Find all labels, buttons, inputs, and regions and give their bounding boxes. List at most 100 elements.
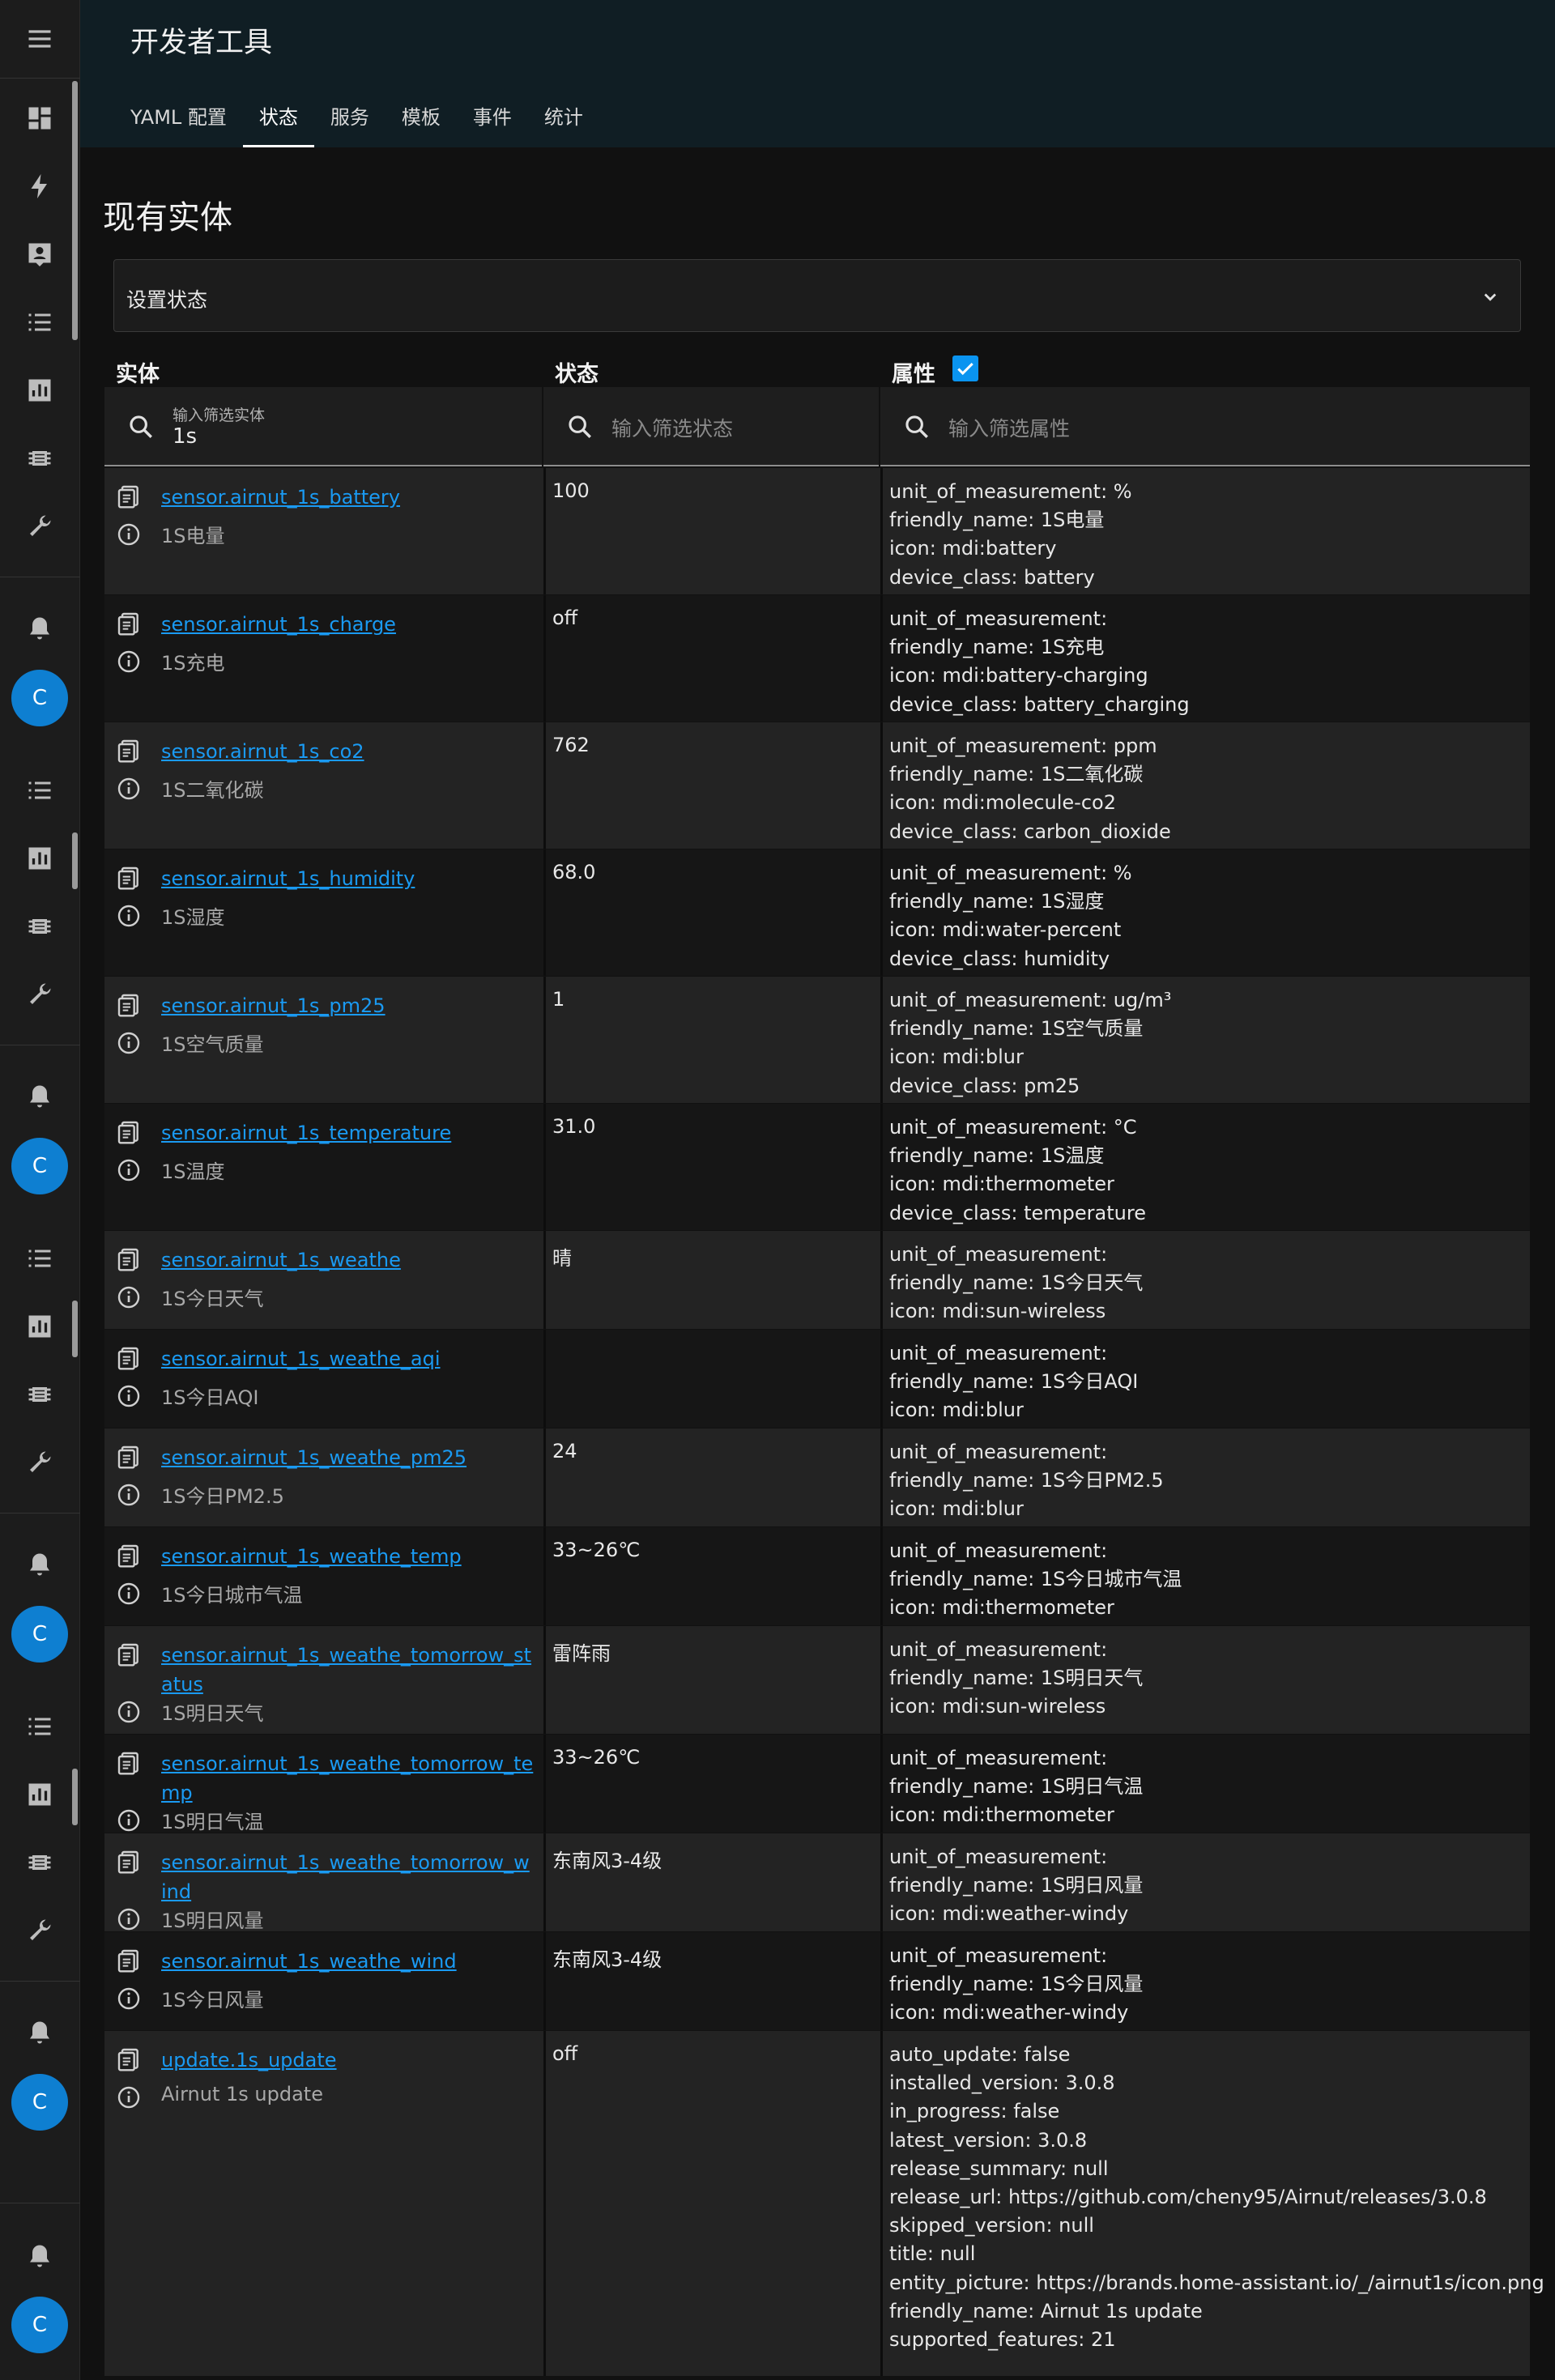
- copy-icon[interactable]: [116, 1118, 142, 1146]
- entity-id-link[interactable]: update.1s_update: [161, 2046, 534, 2075]
- sidebar-scrollbar[interactable]: [72, 1769, 78, 1825]
- bell-icon[interactable]: [23, 1080, 56, 1113]
- chart-icon[interactable]: [23, 842, 56, 875]
- bell-icon[interactable]: [23, 2240, 56, 2272]
- list-icon[interactable]: [23, 1710, 56, 1743]
- state-cell: 31.0: [543, 1104, 879, 1230]
- copy-icon[interactable]: [116, 483, 142, 510]
- info-icon[interactable]: [116, 1284, 142, 1310]
- entity-id-link[interactable]: sensor.airnut_1s_weathe: [161, 1245, 534, 1275]
- attributes-checkbox[interactable]: [952, 356, 978, 381]
- copy-icon[interactable]: [116, 1443, 142, 1471]
- info-icon[interactable]: [116, 1699, 142, 1725]
- chip-icon[interactable]: [23, 1378, 56, 1411]
- entity-friendly-name: 1S空气质量: [161, 1033, 264, 1056]
- user-avatar[interactable]: C: [11, 2074, 68, 2131]
- chip-icon[interactable]: [23, 910, 56, 943]
- copy-icon[interactable]: [116, 864, 142, 892]
- page-title: 现有实体: [103, 199, 232, 236]
- user-avatar[interactable]: C: [11, 1606, 68, 1663]
- user-avatar[interactable]: C: [11, 1138, 68, 1194]
- bell-icon[interactable]: [23, 1548, 56, 1581]
- copy-icon[interactable]: [116, 610, 142, 637]
- entity-id-link[interactable]: sensor.airnut_1s_charge: [161, 610, 534, 639]
- tab-0[interactable]: YAML 配置: [130, 89, 243, 147]
- entity-id-link[interactable]: sensor.airnut_1s_co2: [161, 737, 534, 766]
- tab-2[interactable]: 服务: [314, 89, 386, 147]
- list-icon[interactable]: [23, 306, 56, 338]
- entity-id-link[interactable]: sensor.airnut_1s_weathe_wind: [161, 1947, 534, 1976]
- tab-3[interactable]: 模板: [386, 89, 457, 147]
- entity-id-link[interactable]: sensor.airnut_1s_pm25: [161, 991, 534, 1020]
- list-icon[interactable]: [23, 1242, 56, 1275]
- chart-icon[interactable]: [23, 1310, 56, 1343]
- copy-icon[interactable]: [116, 2046, 142, 2073]
- copy-icon[interactable]: [116, 991, 142, 1019]
- copy-icon[interactable]: [116, 1947, 142, 1974]
- user-avatar[interactable]: C: [11, 670, 68, 726]
- entity-cell: sensor.airnut_1s_pm25 1S空气质量: [104, 977, 542, 1103]
- entity-id-link[interactable]: sensor.airnut_1s_weathe_tomorrow_temp: [161, 1749, 534, 1807]
- entity-id-link[interactable]: sensor.airnut_1s_temperature: [161, 1118, 534, 1147]
- info-icon[interactable]: [116, 649, 142, 675]
- user-avatar[interactable]: C: [11, 2297, 68, 2353]
- info-icon[interactable]: [116, 522, 142, 547]
- wrench-icon[interactable]: [23, 510, 56, 543]
- lightning-icon[interactable]: [23, 170, 56, 202]
- info-icon[interactable]: [116, 1807, 142, 1833]
- table-row: sensor.airnut_1s_charge 1S充电 off unit_of_me…: [104, 595, 1530, 722]
- attributes-list: unit_of_measurement: friendly_name: 1S今日…: [889, 1942, 1143, 2028]
- attribute-filter-input[interactable]: 输入筛选属性: [880, 387, 1530, 466]
- info-icon[interactable]: [116, 1383, 142, 1409]
- entity-id-link[interactable]: sensor.airnut_1s_humidity: [161, 864, 534, 893]
- entity-id-link[interactable]: sensor.airnut_1s_battery: [161, 483, 534, 512]
- entity-id-link[interactable]: sensor.airnut_1s_weathe_tomorrow_status: [161, 1641, 534, 1699]
- info-icon[interactable]: [116, 903, 142, 929]
- sidebar-scrollbar[interactable]: [72, 1301, 78, 1357]
- tab-1[interactable]: 状态: [242, 89, 314, 147]
- sidebar-scrollbar[interactable]: [72, 832, 78, 889]
- copy-icon[interactable]: [116, 1542, 142, 1569]
- attributes-cell: unit_of_measurement: friendly_name: 1S明日…: [880, 1626, 1530, 1734]
- info-icon[interactable]: [116, 1986, 142, 2012]
- list-icon[interactable]: [23, 774, 56, 807]
- entity-id-link[interactable]: sensor.airnut_1s_weathe_temp: [161, 1542, 534, 1571]
- wrench-icon[interactable]: [23, 1914, 56, 1947]
- table-row: sensor.airnut_1s_weathe_aqi 1S今日AQI unit_o…: [104, 1330, 1530, 1428]
- copy-icon[interactable]: [116, 1749, 142, 1777]
- menu-icon[interactable]: [23, 23, 56, 55]
- entity-id-link[interactable]: sensor.airnut_1s_weathe_pm25: [161, 1443, 534, 1472]
- info-icon[interactable]: [116, 1581, 142, 1607]
- copy-icon[interactable]: [116, 737, 142, 764]
- sidebar-scrollbar[interactable]: [72, 81, 78, 340]
- wrench-icon[interactable]: [23, 978, 56, 1011]
- chart-icon[interactable]: [23, 1778, 56, 1811]
- dashboard-icon[interactable]: [23, 102, 56, 134]
- copy-icon[interactable]: [116, 1245, 142, 1273]
- chip-icon[interactable]: [23, 1846, 56, 1879]
- wrench-icon[interactable]: [23, 1446, 56, 1479]
- info-icon[interactable]: [116, 1906, 142, 1932]
- state-value: off: [552, 607, 578, 629]
- copy-icon[interactable]: [116, 1641, 142, 1668]
- tab-5[interactable]: 统计: [528, 89, 599, 147]
- copy-icon[interactable]: [116, 1344, 142, 1372]
- info-icon[interactable]: [116, 1482, 142, 1508]
- state-filter-input[interactable]: 输入筛选状态: [543, 387, 879, 466]
- info-icon[interactable]: [116, 776, 142, 802]
- chart-icon[interactable]: [23, 374, 56, 407]
- attribute-line: friendly_name: 1S今日风量: [889, 1973, 1144, 1996]
- entity-filter-input[interactable]: 输入筛选实体 1s: [104, 387, 542, 466]
- entity-id-link[interactable]: sensor.airnut_1s_weathe_tomorrow_wind: [161, 1848, 534, 1906]
- entity-id-link[interactable]: sensor.airnut_1s_weathe_aqi: [161, 1344, 534, 1373]
- copy-icon[interactable]: [116, 1848, 142, 1875]
- set-state-expander[interactable]: 设置状态: [113, 259, 1521, 332]
- bell-icon[interactable]: [23, 612, 56, 645]
- info-icon[interactable]: [116, 1157, 142, 1183]
- chip-icon[interactable]: [23, 442, 56, 475]
- bell-icon[interactable]: [23, 2016, 56, 2049]
- info-icon[interactable]: [116, 1030, 142, 1056]
- tab-4[interactable]: 事件: [457, 89, 528, 147]
- account-box-icon[interactable]: [23, 238, 56, 270]
- info-icon[interactable]: [116, 2084, 142, 2110]
